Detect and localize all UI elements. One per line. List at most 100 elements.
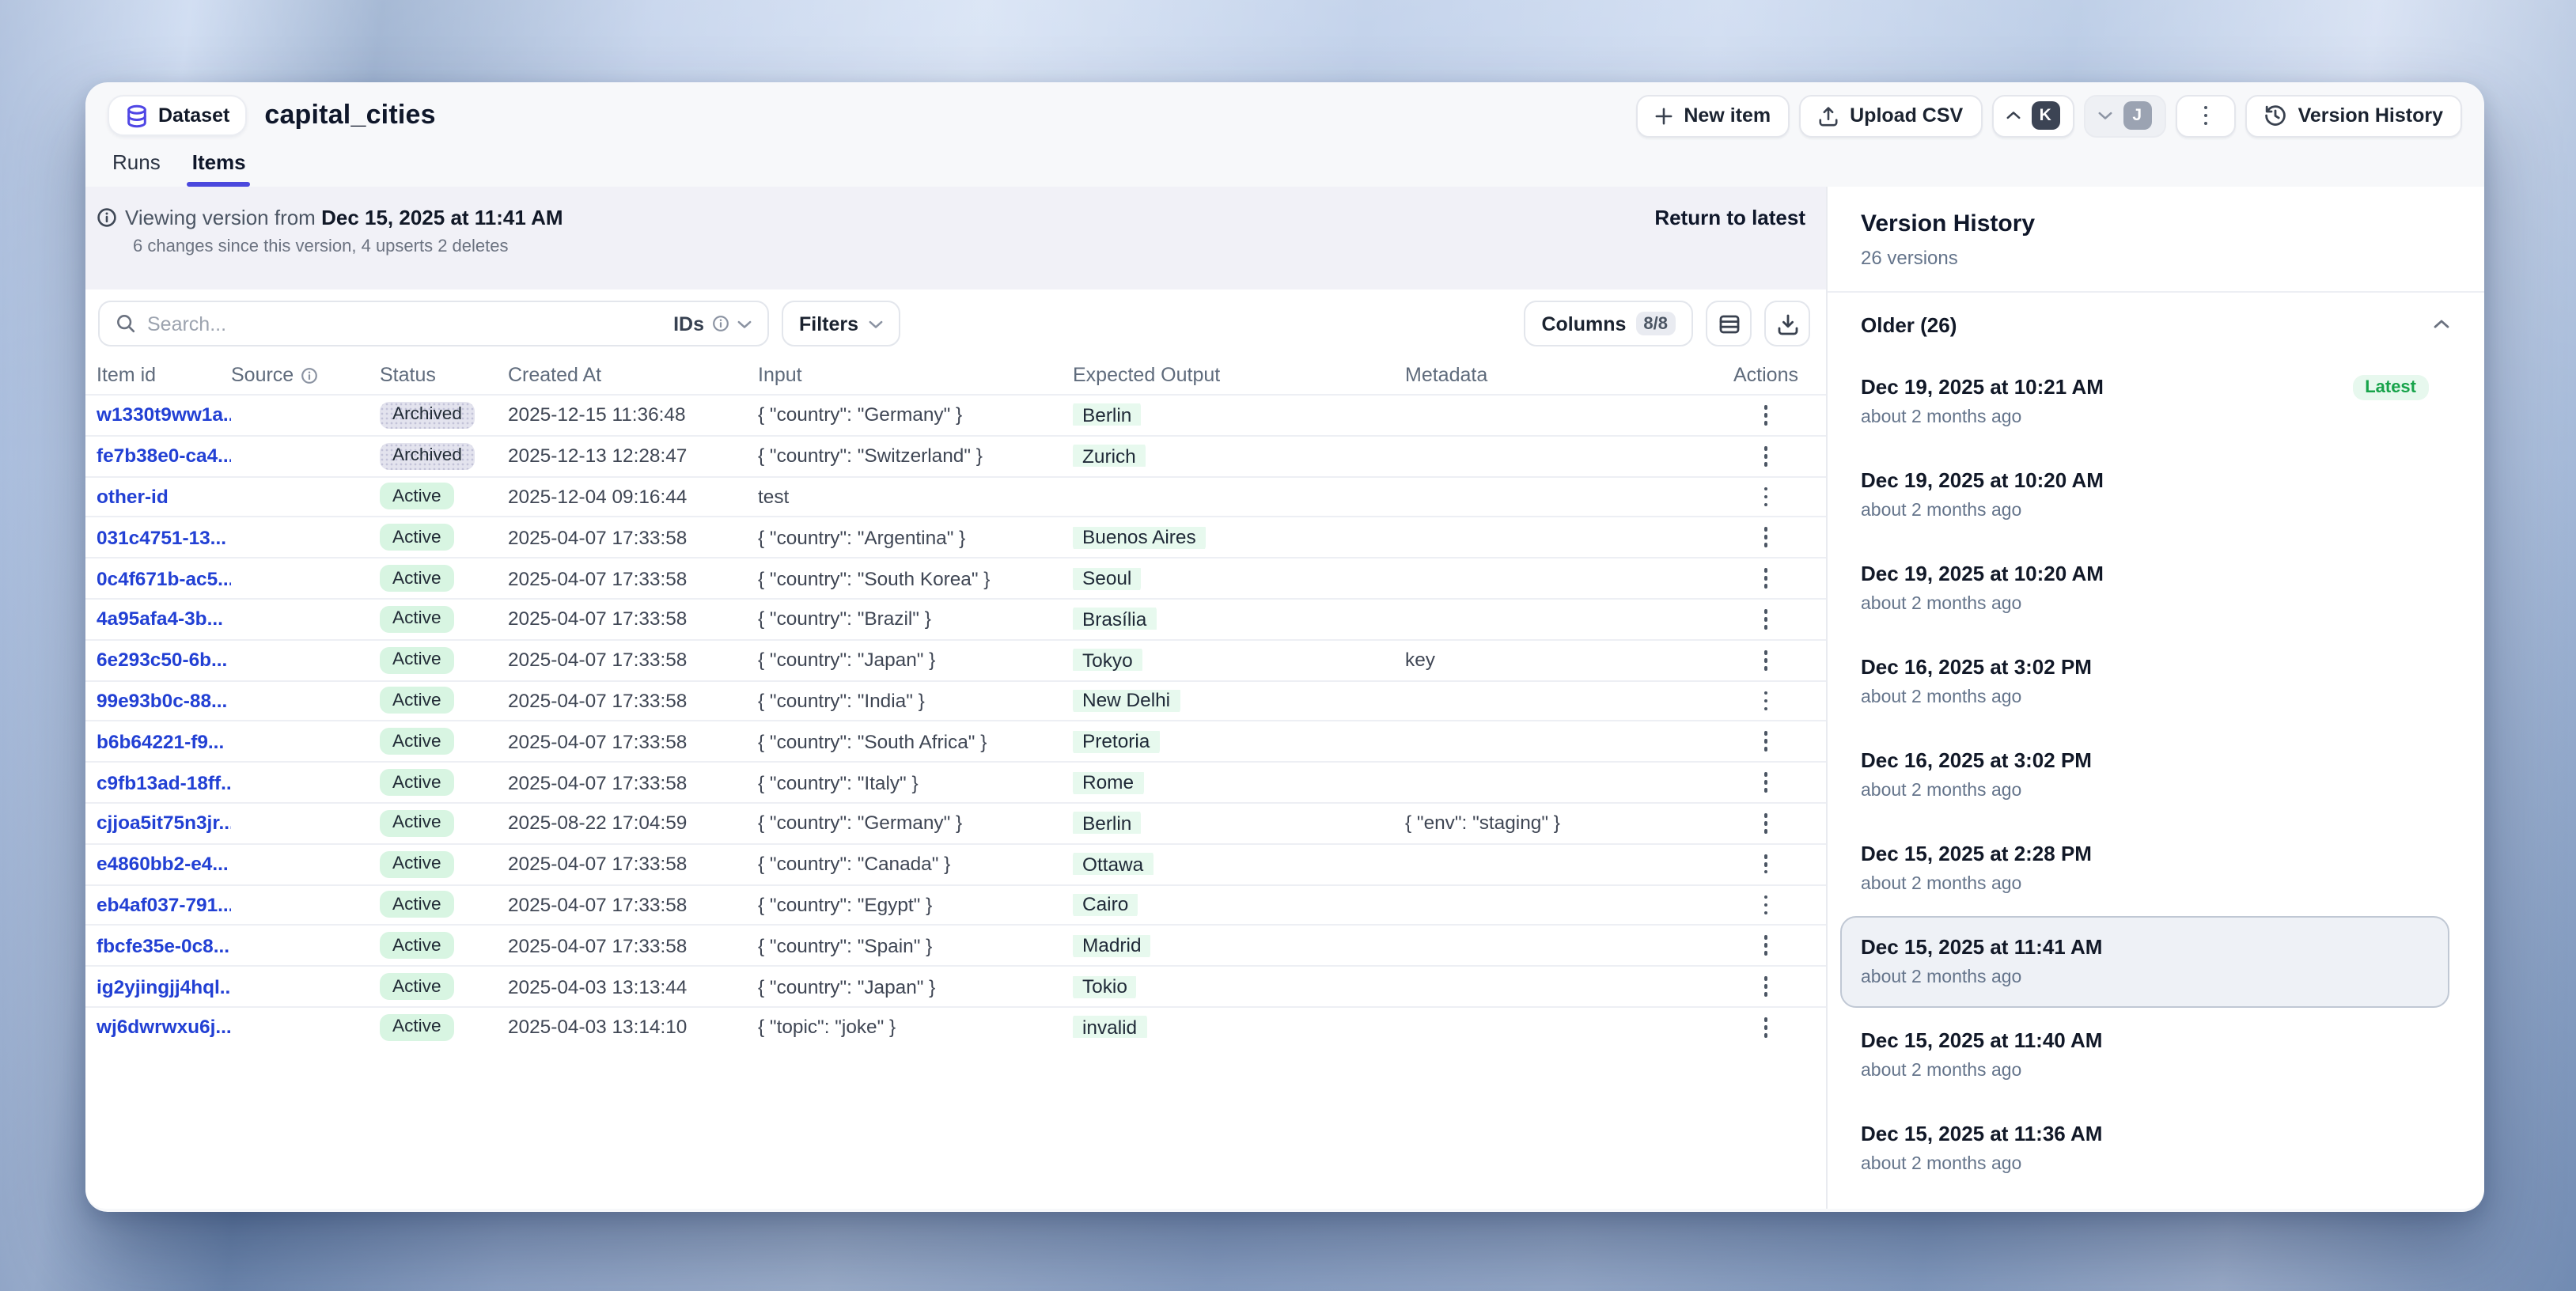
table-row[interactable]: wj6dwrwxu6j...Active2025-04-03 13:14:10{…	[85, 1006, 1826, 1047]
version-entry[interactable]: Dec 16, 2025 at 3:02 PMabout 2 months ag…	[1840, 636, 2449, 728]
item-id-link[interactable]: ig2yjingjj4hql...	[97, 975, 231, 998]
item-id-link[interactable]: 99e93b0c-88...	[97, 690, 227, 712]
row-actions-button[interactable]	[1749, 644, 1782, 676]
more-options-button[interactable]	[2175, 94, 2236, 137]
item-id-link[interactable]: 0c4f671b-ac5...	[97, 567, 231, 589]
row-actions-button[interactable]	[1749, 807, 1782, 839]
row-actions	[1718, 929, 1813, 962]
row-actions	[1718, 440, 1813, 472]
table-row[interactable]: ig2yjingjj4hql...Active2025-04-03 13:13:…	[85, 965, 1826, 1006]
return-to-latest-link[interactable]: Return to latest	[1654, 206, 1805, 229]
filters-button[interactable]: Filters	[782, 301, 900, 346]
table-row[interactable]: e4860bb2-e4...Active2025-04-07 17:33:58{…	[85, 843, 1826, 884]
table-row[interactable]: 99e93b0c-88...Active2025-04-07 17:33:58{…	[85, 680, 1826, 721]
item-id-link[interactable]: other-id	[97, 486, 169, 508]
table-row[interactable]: other-idActive2025-12-04 09:16:44test	[85, 475, 1826, 517]
tab-runs[interactable]: Runs	[112, 150, 161, 187]
table-row[interactable]: cjjoa5it75n3jr...Active2025-08-22 17:04:…	[85, 802, 1826, 843]
row-actions-button[interactable]	[1749, 888, 1782, 921]
version-entry[interactable]: Dec 15, 2025 at 11:40 AMabout 2 months a…	[1840, 1009, 2449, 1101]
table-row[interactable]: c9fb13ad-18ff...Active2025-04-07 17:33:5…	[85, 761, 1826, 802]
column-header-created-at[interactable]: Created At	[508, 364, 758, 386]
item-id-link[interactable]: w1330t9ww1a...	[97, 404, 231, 426]
expected-output-value: Berlin	[1073, 404, 1141, 426]
status-badge: Active	[380, 973, 454, 1000]
table-row[interactable]: eb4af037-791...Active2025-04-07 17:33:58…	[85, 884, 1826, 925]
item-id-link[interactable]: b6b64221-f9...	[97, 731, 224, 753]
expected-output-value: Madrid	[1073, 935, 1151, 957]
row-actions-button[interactable]	[1749, 929, 1782, 962]
item-id-link[interactable]: fbcfe35e-0c8...	[97, 935, 229, 957]
expected-output-cell: Seoul	[1073, 567, 1405, 589]
download-button[interactable]	[1764, 301, 1810, 346]
input-cell: { "country": "Switzerland" }	[758, 445, 1073, 467]
row-actions-button[interactable]	[1749, 684, 1782, 717]
upload-csv-button[interactable]: Upload CSV	[1799, 94, 1982, 137]
older-section-header[interactable]: Older (26)	[1828, 293, 2484, 346]
version-date: Dec 16, 2025 at 3:02 PM	[1861, 747, 2092, 774]
row-actions-button[interactable]	[1749, 562, 1782, 595]
item-id-link[interactable]: fe7b38e0-ca4...	[97, 445, 231, 467]
version-entry[interactable]: Dec 15, 2025 at 11:41 AMabout 2 months a…	[1840, 916, 2449, 1008]
version-ago: about 2 months ago	[1861, 967, 2429, 990]
column-header-expected-output[interactable]: Expected Output	[1073, 364, 1405, 386]
table-row[interactable]: 031c4751-13...Active2025-04-07 17:33:58{…	[85, 517, 1826, 558]
column-header-metadata[interactable]: Metadata	[1405, 364, 1718, 386]
table-toolbar: IDs Filters	[98, 301, 1810, 346]
version-entry[interactable]: Dec 16, 2025 at 3:02 PMabout 2 months ag…	[1840, 729, 2449, 821]
status-badge: Archived	[380, 442, 475, 469]
table-row[interactable]: 4a95afa4-3b...Active2025-04-07 17:33:58{…	[85, 598, 1826, 639]
column-header-status[interactable]: Status	[380, 364, 508, 386]
version-entry[interactable]: Dec 15, 2025 at 11:36 AMabout 2 months a…	[1840, 1103, 2449, 1194]
row-actions-button[interactable]	[1749, 399, 1782, 431]
row-height-button[interactable]	[1706, 301, 1752, 346]
tab-items[interactable]: Items	[192, 150, 246, 187]
item-id-link[interactable]: eb4af037-791...	[97, 894, 231, 916]
item-id-link[interactable]: cjjoa5it75n3jr...	[97, 812, 231, 835]
avatar-j-menu-button[interactable]: J	[2083, 94, 2165, 137]
version-entry[interactable]: Dec 19, 2025 at 10:20 AMabout 2 months a…	[1840, 543, 2449, 634]
new-item-button[interactable]: New item	[1636, 94, 1790, 137]
created-at-cell: 2025-04-07 17:33:58	[508, 853, 758, 875]
table-row[interactable]: fbcfe35e-0c8...Active2025-04-07 17:33:58…	[85, 925, 1826, 966]
version-entry[interactable]: Dec 19, 2025 at 10:20 AMabout 2 months a…	[1840, 449, 2449, 541]
version-entry[interactable]: Dec 19, 2025 at 10:21 AMLatestabout 2 mo…	[1840, 356, 2449, 448]
expected-output-cell: Berlin	[1073, 404, 1405, 426]
chevron-down-icon	[2097, 111, 2112, 120]
item-id-link[interactable]: c9fb13ad-18ff...	[97, 771, 231, 793]
row-actions-button[interactable]	[1749, 848, 1782, 880]
table-row[interactable]: 6e293c50-6b...Active2025-04-07 17:33:58{…	[85, 639, 1826, 680]
version-history-button[interactable]: Version History	[2246, 94, 2462, 137]
row-actions-button[interactable]	[1749, 766, 1782, 798]
item-id-link[interactable]: 031c4751-13...	[97, 527, 226, 549]
row-actions-button[interactable]	[1749, 970, 1782, 1002]
column-header-item-id[interactable]: Item id	[97, 364, 231, 386]
table-row[interactable]: b6b64221-f9...Active2025-04-07 17:33:58{…	[85, 721, 1826, 762]
item-id-link[interactable]: e4860bb2-e4...	[97, 853, 229, 875]
ids-dropdown[interactable]: IDs	[673, 312, 752, 335]
row-actions-button[interactable]	[1749, 1011, 1782, 1043]
chevron-down-icon	[868, 319, 882, 328]
status-cell: Active	[380, 565, 508, 592]
created-at-cell: 2025-04-07 17:33:58	[508, 731, 758, 753]
chevron-up-icon[interactable]	[2434, 320, 2449, 329]
table-row[interactable]: w1330t9ww1a...Archived2025-12-15 11:36:4…	[85, 394, 1826, 435]
item-id-link[interactable]: wj6dwrwxu6j...	[97, 1017, 231, 1039]
row-actions-button[interactable]	[1749, 521, 1782, 554]
item-id-link[interactable]: 4a95afa4-3b...	[97, 608, 223, 630]
row-actions-button[interactable]	[1749, 480, 1782, 513]
version-entry[interactable]: Dec 15, 2025 at 2:28 PMabout 2 months ag…	[1840, 823, 2449, 914]
columns-button[interactable]: Columns 8/8	[1524, 301, 1693, 346]
input-cell: { "country": "India" }	[758, 690, 1073, 712]
column-header-source[interactable]: Source	[231, 364, 380, 386]
avatar-k-menu-button[interactable]: K	[1991, 94, 2074, 137]
search-input[interactable]	[147, 312, 662, 335]
table-row[interactable]: 0c4f671b-ac5...Active2025-04-07 17:33:58…	[85, 557, 1826, 598]
row-actions-button[interactable]	[1749, 440, 1782, 472]
column-header-input[interactable]: Input	[758, 364, 1073, 386]
table-row[interactable]: fe7b38e0-ca4...Archived2025-12-13 12:28:…	[85, 435, 1826, 476]
row-actions-button[interactable]	[1749, 725, 1782, 758]
item-id-cell: eb4af037-791...	[97, 894, 231, 916]
row-actions-button[interactable]	[1749, 603, 1782, 635]
item-id-link[interactable]: 6e293c50-6b...	[97, 649, 227, 671]
